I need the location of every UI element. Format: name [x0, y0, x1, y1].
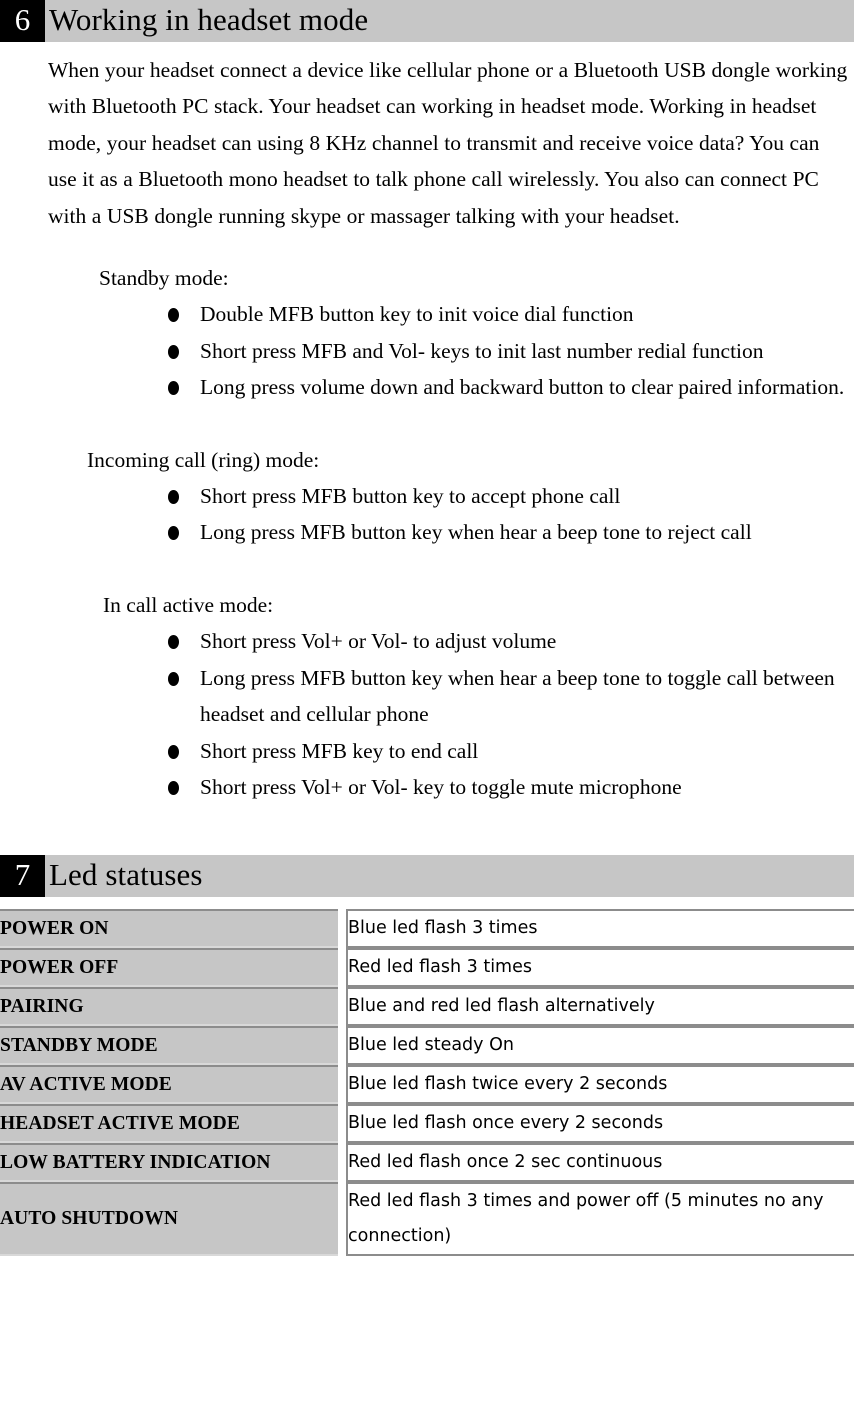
led-status-table-body: POWER ON Blue led flash 3 times POWER OF…	[0, 909, 854, 1257]
section-number-6: 6	[0, 0, 45, 42]
table-row: POWER ON Blue led flash 3 times	[0, 909, 854, 949]
list-item-text: Long press volume down and backward butt…	[200, 375, 845, 400]
list-item-text: Double MFB button key to init voice dial…	[200, 302, 634, 327]
led-status-key: LOW BATTERY INDICATION	[0, 1143, 338, 1183]
column-gap	[338, 1143, 346, 1183]
list-item-text: Short press MFB button key to accept pho…	[200, 484, 621, 509]
list-item-text: Long press MFB button key when hear a be…	[200, 520, 752, 545]
list-item: Long press volume down and backward butt…	[0, 369, 854, 405]
list-item: Short press Vol+ or Vol- key to toggle m…	[0, 769, 854, 805]
intro-paragraph: When your headset connect a device like …	[48, 58, 848, 228]
column-gap	[338, 909, 346, 949]
document-page: 6 Working in headset mode When your head…	[0, 0, 854, 1419]
table-row: AV ACTIVE MODE Blue led flash twice ever…	[0, 1065, 854, 1105]
led-status-value: Red led flash 3 times	[346, 948, 854, 988]
table-row: STANDBY MODE Blue led steady On	[0, 1026, 854, 1066]
list-item: Long press MFB button key when hear a be…	[0, 514, 854, 550]
mode-label-incoming-call: Incoming call (ring) mode:	[87, 447, 320, 472]
led-status-key: POWER ON	[0, 909, 338, 949]
bullet-icon	[168, 369, 181, 405]
led-status-key: STANDBY MODE	[0, 1026, 338, 1066]
list-item: Double MFB button key to init voice dial…	[0, 296, 854, 332]
led-status-value: Blue led flash twice every 2 seconds	[346, 1065, 854, 1105]
led-status-value: Blue led steady On	[346, 1026, 854, 1066]
column-gap	[338, 987, 346, 1027]
section-title-7: Led statuses	[49, 857, 203, 893]
led-status-table: POWER ON Blue led flash 3 times POWER OF…	[0, 909, 854, 1257]
bullet-list-incoming-call: Short press MFB button key to accept pho…	[0, 478, 854, 551]
table-row: AUTO SHUTDOWN Red led flash 3 times and …	[0, 1182, 854, 1257]
led-status-value: Blue and red led flash alternatively	[346, 987, 854, 1027]
section-heading-7: 7 Led statuses	[0, 855, 854, 898]
list-item-text: Short press MFB and Vol- keys to init la…	[200, 338, 764, 363]
led-status-table-wrapper: POWER ON Blue led flash 3 times POWER OF…	[0, 897, 854, 1257]
mode-group-standby: Standby mode: Double MFB button key to i…	[0, 260, 854, 406]
mode-group-in-call-active: In call active mode: Short press Vol+ or…	[0, 587, 854, 805]
table-row: HEADSET ACTIVE MODE Blue led flash once …	[0, 1104, 854, 1144]
bullet-icon	[168, 623, 181, 659]
list-item-text: Short press Vol+ or Vol- key to toggle m…	[200, 774, 682, 799]
mode-label-standby: Standby mode:	[99, 266, 229, 291]
list-item-text: Short press Vol+ or Vol- to adjust volum…	[200, 629, 557, 654]
column-gap	[338, 1182, 346, 1257]
list-item: Short press MFB button key to accept pho…	[0, 478, 854, 514]
bullet-list-in-call-active: Short press Vol+ or Vol- to adjust volum…	[0, 623, 854, 805]
bullet-icon	[168, 660, 181, 696]
column-gap	[338, 1065, 346, 1105]
section-heading-6: 6 Working in headset mode	[0, 0, 854, 42]
led-status-key: POWER OFF	[0, 948, 338, 988]
table-row: POWER OFF Red led flash 3 times	[0, 948, 854, 988]
led-status-value: Red led flash once 2 sec continuous	[346, 1143, 854, 1183]
led-status-value: Blue led flash 3 times	[346, 909, 854, 949]
mode-label-in-call-active: In call active mode:	[103, 592, 274, 617]
led-status-value: Red led flash 3 times and power off (5 m…	[346, 1182, 854, 1257]
column-gap	[338, 948, 346, 988]
table-row: PAIRING Blue and red led flash alternati…	[0, 987, 854, 1027]
list-item: Long press MFB button key when hear a be…	[0, 660, 854, 733]
section-title-6: Working in headset mode	[49, 2, 369, 37]
column-gap	[338, 1104, 346, 1144]
mode-group-incoming-call: Incoming call (ring) mode: Short press M…	[0, 442, 854, 551]
led-status-key: PAIRING	[0, 987, 338, 1027]
led-status-key: AV ACTIVE MODE	[0, 1065, 338, 1105]
table-row: LOW BATTERY INDICATION Red led flash onc…	[0, 1143, 854, 1183]
bullet-icon	[168, 514, 181, 550]
led-status-value: Blue led flash once every 2 seconds	[346, 1104, 854, 1144]
bullet-icon	[168, 733, 181, 769]
column-gap	[338, 1026, 346, 1066]
bullet-icon	[168, 333, 181, 369]
led-status-key: AUTO SHUTDOWN	[0, 1182, 338, 1257]
led-status-key: HEADSET ACTIVE MODE	[0, 1104, 338, 1144]
section-number-7: 7	[0, 855, 45, 898]
list-item: Short press Vol+ or Vol- to adjust volum…	[0, 623, 854, 659]
list-item-text: Short press MFB key to end call	[200, 738, 479, 763]
bullet-icon	[168, 478, 181, 514]
list-item-text: Long press MFB button key when hear a be…	[200, 665, 835, 727]
list-item: Short press MFB key to end call	[0, 733, 854, 769]
bullet-icon	[168, 296, 181, 332]
list-item: Short press MFB and Vol- keys to init la…	[0, 333, 854, 369]
bullet-icon	[168, 769, 181, 805]
bullet-list-standby: Double MFB button key to init voice dial…	[0, 296, 854, 405]
